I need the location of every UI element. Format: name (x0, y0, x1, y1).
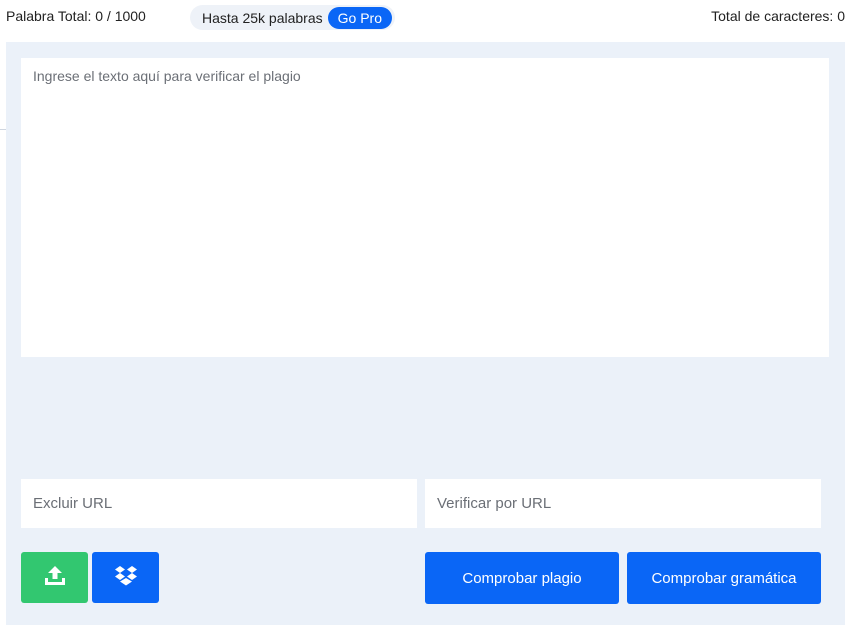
check-plagiarism-button[interactable]: Comprobar plagio (425, 552, 619, 604)
verify-url-input[interactable] (425, 479, 821, 528)
upload-icon (43, 565, 67, 590)
checker-panel: Comprobar plagio Comprobar gramática (6, 42, 845, 625)
exclude-url-input[interactable] (21, 479, 417, 528)
top-bar: Palabra Total: 0 / 1000 Hasta 25k palabr… (0, 0, 851, 34)
dropbox-icon (114, 565, 138, 590)
text-input[interactable] (21, 58, 829, 357)
pro-banner-text: Hasta 25k palabras (202, 9, 323, 26)
check-grammar-button[interactable]: Comprobar gramática (627, 552, 821, 604)
char-count: Total de caracteres: 0 (711, 8, 845, 24)
go-pro-button[interactable]: Go Pro (327, 6, 392, 29)
upload-button[interactable] (21, 552, 88, 603)
pro-banner: Hasta 25k palabras Go Pro (190, 5, 395, 30)
word-count: Palabra Total: 0 / 1000 (6, 8, 146, 24)
dropbox-button[interactable] (92, 552, 159, 603)
